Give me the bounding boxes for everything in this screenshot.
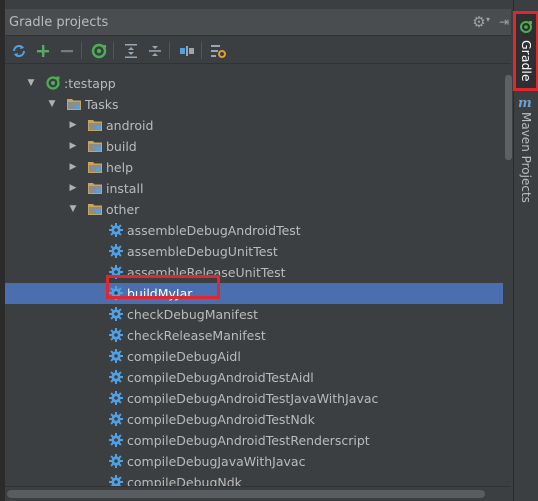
expand-arrow-right-icon[interactable]: ▶ xyxy=(67,157,79,178)
node-label: build xyxy=(106,139,137,154)
folder-icon xyxy=(88,204,102,215)
task-label: checkReleaseManifest xyxy=(127,328,266,343)
refresh-all-icon[interactable] xyxy=(9,41,28,60)
node-label: android xyxy=(106,118,154,133)
folder-icon xyxy=(88,120,102,131)
expand-arrow-right-icon[interactable]: ▶ xyxy=(67,115,79,136)
task-label: assembleDebugUnitTest xyxy=(127,244,278,259)
task-row[interactable]: assembleDebugAndroidTest xyxy=(5,220,503,241)
task-row[interactable]: checkDebugManifest xyxy=(5,304,503,325)
gear-icon xyxy=(109,328,123,342)
task-label: compileDebugAndroidTestNdk xyxy=(127,412,315,427)
toolbar-separator xyxy=(113,42,114,59)
task-label: assembleDebugAndroidTest xyxy=(127,223,301,238)
tree-node[interactable]: ▶ build xyxy=(5,136,503,157)
hide-panel-icon[interactable]: ⇥ xyxy=(497,13,511,31)
gear-icon xyxy=(109,454,123,468)
settings-icon[interactable] xyxy=(208,41,227,60)
task-label: buildMyJar xyxy=(127,286,193,301)
vertical-scrollbar[interactable] xyxy=(503,65,513,486)
tree-node[interactable]: ▼ :testapp xyxy=(5,73,503,94)
tree-node[interactable]: ▶ install xyxy=(5,178,503,199)
task-label: compileDebugNdk xyxy=(127,475,242,486)
gear-icon xyxy=(109,286,123,300)
folder-icon xyxy=(88,141,102,152)
collapse-all-icon[interactable] xyxy=(145,41,164,60)
task-label: compileDebugAndroidTestAidl xyxy=(127,370,314,385)
gear-icon xyxy=(109,265,123,279)
maven-icon: m xyxy=(518,96,532,111)
task-label: compileDebugJavaWithJavac xyxy=(127,454,306,469)
gear-icon xyxy=(109,244,123,258)
gradle-project-icon xyxy=(46,76,60,90)
toolbar-separator xyxy=(201,42,202,59)
toolbar xyxy=(5,37,511,64)
task-label: assembleReleaseUnitTest xyxy=(127,265,286,280)
toolbar-separator xyxy=(81,42,82,59)
toolbar-separator xyxy=(169,42,170,59)
expand-arrow-down-icon[interactable]: ▼ xyxy=(25,73,37,94)
scrollbar-thumb[interactable] xyxy=(505,75,512,160)
panel-title-bar: Gradle projects ⚙ ▾ ⇥ xyxy=(5,9,511,36)
task-row[interactable]: compileDebugAndroidTestAidl xyxy=(5,367,503,388)
task-label: compileDebugAidl xyxy=(127,349,241,364)
chevron-down-icon[interactable]: ▾ xyxy=(486,15,490,24)
right-tool-strip: Gradle m Maven Projects xyxy=(513,0,538,501)
expand-arrow-down-icon[interactable]: ▼ xyxy=(67,199,79,220)
gradle-projects-panel: Gradle projects ⚙ ▾ ⇥ ▼:testapp ▼ Tasks… xyxy=(0,0,513,501)
gear-icon xyxy=(109,370,123,384)
scrollbar-thumb[interactable] xyxy=(7,490,485,498)
gear-icon xyxy=(109,349,123,363)
gear-icon xyxy=(109,307,123,321)
node-label: install xyxy=(106,181,144,196)
task-row[interactable]: compileDebugNdk xyxy=(5,472,503,486)
maven-projects-tab[interactable]: Maven Projects xyxy=(519,112,533,203)
task-label: compileDebugAndroidTestJavaWithJavac xyxy=(127,391,379,406)
task-row[interactable]: compileDebugAidl xyxy=(5,346,503,367)
tree-node[interactable]: ▶ help xyxy=(5,157,503,178)
gear-icon xyxy=(109,391,123,405)
node-label: help xyxy=(106,160,134,175)
toggle-offline-icon[interactable] xyxy=(177,41,196,60)
gradle-tab-highlight-box xyxy=(513,11,538,91)
folder-icon xyxy=(88,162,102,173)
task-row[interactable]: compileDebugAndroidTestRenderscript xyxy=(5,430,503,451)
gear-icon xyxy=(109,412,123,426)
tree-node[interactable]: ▶ android xyxy=(5,115,503,136)
node-label: other xyxy=(106,202,140,217)
remove-icon[interactable] xyxy=(57,41,76,60)
task-row[interactable]: assembleReleaseUnitTest xyxy=(5,262,503,283)
node-label: Tasks xyxy=(85,97,119,112)
tree-node[interactable]: ▼ other xyxy=(5,199,503,220)
expand-arrow-right-icon[interactable]: ▶ xyxy=(67,136,79,157)
panel-title: Gradle projects xyxy=(9,15,109,30)
gear-icon xyxy=(109,223,123,237)
tree-node[interactable]: ▼ Tasks xyxy=(5,94,503,115)
task-row[interactable]: buildMyJar xyxy=(5,283,503,304)
node-label: :testapp xyxy=(64,76,116,91)
task-row[interactable]: compileDebugJavaWithJavac xyxy=(5,451,503,472)
task-label: checkDebugManifest xyxy=(127,307,259,322)
expand-arrow-right-icon[interactable]: ▶ xyxy=(67,178,79,199)
horizontal-scrollbar[interactable] xyxy=(5,486,511,501)
task-row[interactable]: assembleDebugUnitTest xyxy=(5,241,503,262)
folder-icon xyxy=(67,99,81,110)
expand-all-icon[interactable] xyxy=(121,41,140,60)
task-row[interactable]: checkReleaseManifest xyxy=(5,325,503,346)
task-label: compileDebugAndroidTestRenderscript xyxy=(127,433,370,448)
task-row[interactable]: compileDebugAndroidTestJavaWithJavac xyxy=(5,388,503,409)
folder-icon xyxy=(88,183,102,194)
gear-icon xyxy=(109,433,123,447)
execute-task-icon[interactable] xyxy=(89,41,108,60)
add-icon[interactable] xyxy=(33,41,52,60)
project-tree: ▼ :testapp ▼ Tasks ▶ android ▶ build ▶ help ▶ insta… xyxy=(5,65,503,486)
task-row[interactable]: compileDebugAndroidTestNdk xyxy=(5,409,503,430)
expand-arrow-down-icon[interactable]: ▼ xyxy=(46,94,58,115)
gear-icon xyxy=(109,475,123,486)
